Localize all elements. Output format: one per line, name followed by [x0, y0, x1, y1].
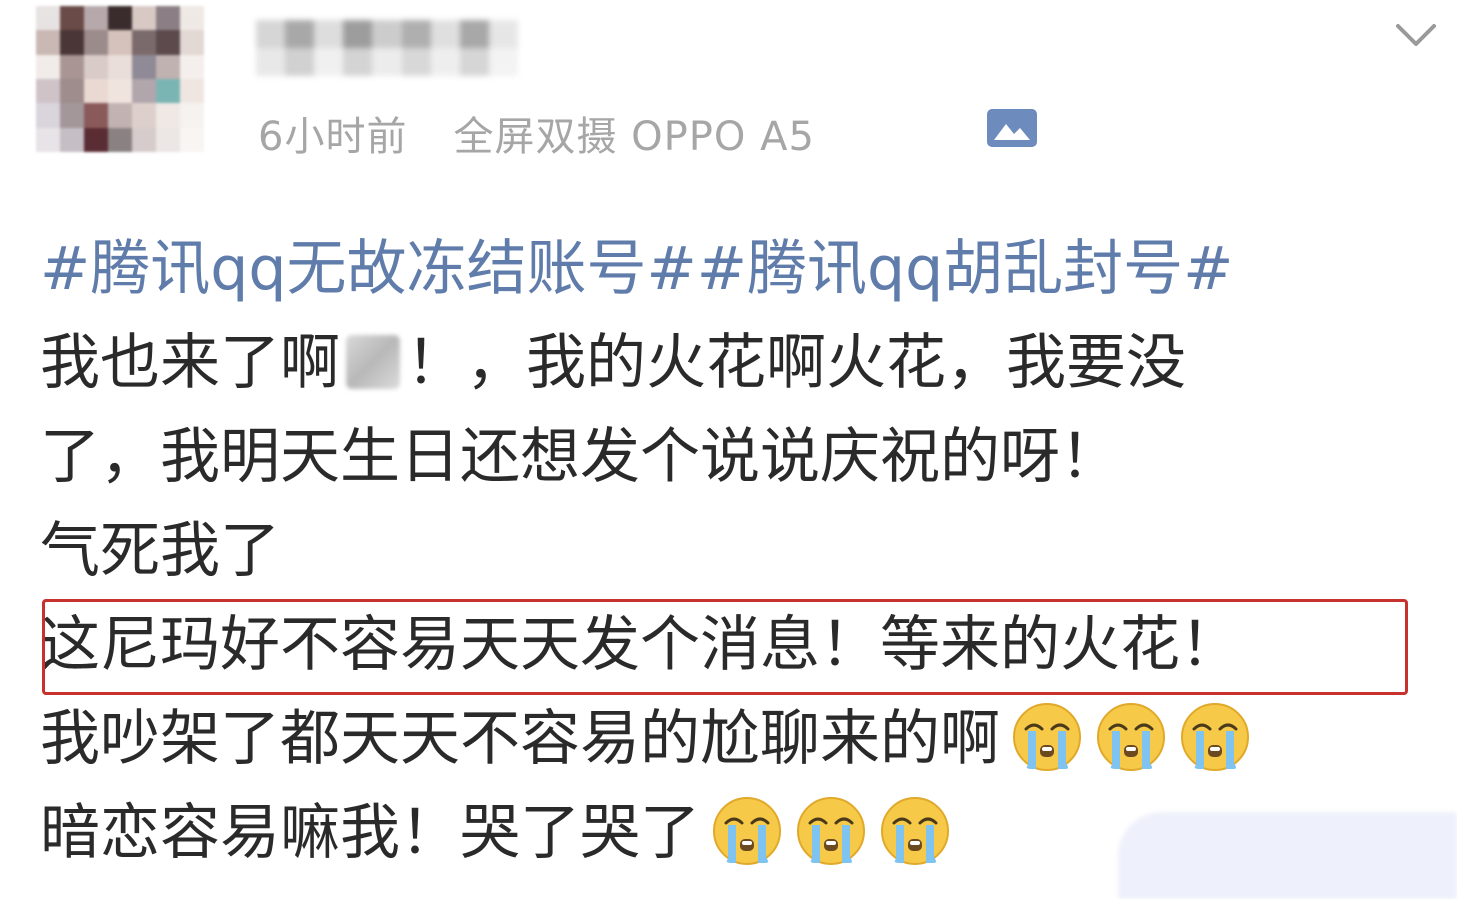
username-pixel [488, 20, 518, 48]
username-pixel [430, 20, 460, 48]
post-device: 全屏双摄 OPPO A5 [453, 114, 815, 160]
avatar-pixel [60, 127, 84, 152]
image-album-icon[interactable] [986, 108, 1038, 148]
avatar-pixel [84, 79, 108, 104]
avatar-pixel [156, 30, 180, 55]
post-line-hashtags: #腾讯qq无故冻结账号##腾讯qq胡乱封号# [40, 222, 1440, 316]
username-pixel [314, 20, 344, 48]
username-pixel [285, 48, 315, 76]
avatar-pixel [108, 79, 132, 104]
post-text: 暗恋容易嘛我！哭了哭了 [40, 798, 700, 868]
hashtag-link[interactable]: #腾讯qq无故冻结账号# [40, 234, 697, 304]
username-pixel [256, 48, 286, 76]
avatar-pixel [180, 54, 204, 79]
avatar-pixel [156, 127, 180, 152]
avatar-pixel [36, 127, 60, 152]
comment-preview-blurred[interactable] [1118, 812, 1457, 899]
post-line: 了，我明天生日还想发个说说庆祝的呀！ [40, 410, 1440, 504]
username-pixel [459, 48, 489, 76]
avatar-pixel [84, 54, 108, 79]
crying-face-emoji [794, 793, 868, 867]
username-blurred[interactable] [256, 20, 518, 76]
username-pixel [343, 20, 373, 48]
avatar-pixel [108, 6, 132, 31]
crying-face-emoji [710, 793, 784, 867]
avatar-pixel [156, 79, 180, 104]
username-pixel [256, 20, 286, 48]
avatar-pixel [60, 30, 84, 55]
post-line: 我也来了啊 ！，我的火花啊火花，我要没 [40, 316, 1440, 410]
chevron-down-icon[interactable] [1392, 18, 1440, 52]
username-pixel [459, 20, 489, 48]
avatar-pixel [60, 6, 84, 31]
crying-face-emoji [1094, 699, 1168, 773]
avatar-pixel [84, 103, 108, 128]
post-body: #腾讯qq无故冻结账号##腾讯qq胡乱封号# 我也来了啊 ！，我的火花啊火花，我要… [40, 222, 1440, 880]
avatar-pixel [132, 79, 156, 104]
blurred-emoji [346, 335, 400, 389]
avatar-pixel [36, 30, 60, 55]
post-meta: 6小时前 全屏双摄 OPPO A5 [258, 104, 815, 162]
avatar-pixel [108, 30, 132, 55]
post-timestamp: 6小时前 [258, 114, 408, 160]
avatar[interactable] [36, 6, 204, 152]
post-text: 了，我明天生日还想发个说说庆祝的呀！ [40, 422, 1120, 492]
crying-face-emoji [1178, 699, 1252, 773]
post-line: 气死我了 [40, 504, 1440, 598]
highlight-box [42, 599, 1408, 695]
avatar-pixel [36, 6, 60, 31]
avatar-pixel [132, 127, 156, 152]
username-pixel [430, 48, 460, 76]
avatar-pixel [132, 30, 156, 55]
avatar-pixel [108, 103, 132, 128]
username-pixel [488, 48, 518, 76]
avatar-pixel [156, 103, 180, 128]
avatar-pixel [132, 103, 156, 128]
avatar-pixel [60, 79, 84, 104]
avatar-pixel [180, 6, 204, 31]
post-text: 我吵架了都天天不容易的尬聊来的啊 [40, 704, 1000, 774]
username-pixel [401, 20, 431, 48]
avatar-pixel [180, 103, 204, 128]
avatar-pixel [84, 6, 108, 31]
avatar-pixel [180, 127, 204, 152]
avatar-pixel [36, 103, 60, 128]
avatar-pixel [180, 79, 204, 104]
username-pixel [343, 48, 373, 76]
hashtag-link[interactable]: #腾讯qq胡乱封号# [697, 234, 1234, 304]
username-pixel [285, 20, 315, 48]
post-text: 气死我了 [40, 516, 280, 586]
username-pixel [372, 20, 402, 48]
avatar-pixel [36, 79, 60, 104]
avatar-pixel [180, 30, 204, 55]
avatar-pixel [132, 6, 156, 31]
post-text: ！，我的火花啊火花，我要没 [406, 328, 1186, 398]
username-pixel [314, 48, 344, 76]
crying-face-emoji [878, 793, 952, 867]
avatar-pixel [156, 6, 180, 31]
username-pixel [372, 48, 402, 76]
avatar-pixel [60, 103, 84, 128]
avatar-pixel [108, 54, 132, 79]
avatar-pixel [156, 54, 180, 79]
username-pixel [401, 48, 431, 76]
post-line: 我吵架了都天天不容易的尬聊来的啊 [40, 692, 1440, 786]
avatar-pixel [60, 54, 84, 79]
avatar-pixel [84, 30, 108, 55]
crying-face-emoji [1010, 699, 1084, 773]
post-text: 我也来了啊 [40, 328, 340, 398]
avatar-pixel [84, 127, 108, 152]
avatar-pixel [36, 54, 60, 79]
avatar-pixel [108, 127, 132, 152]
avatar-pixel [132, 54, 156, 79]
